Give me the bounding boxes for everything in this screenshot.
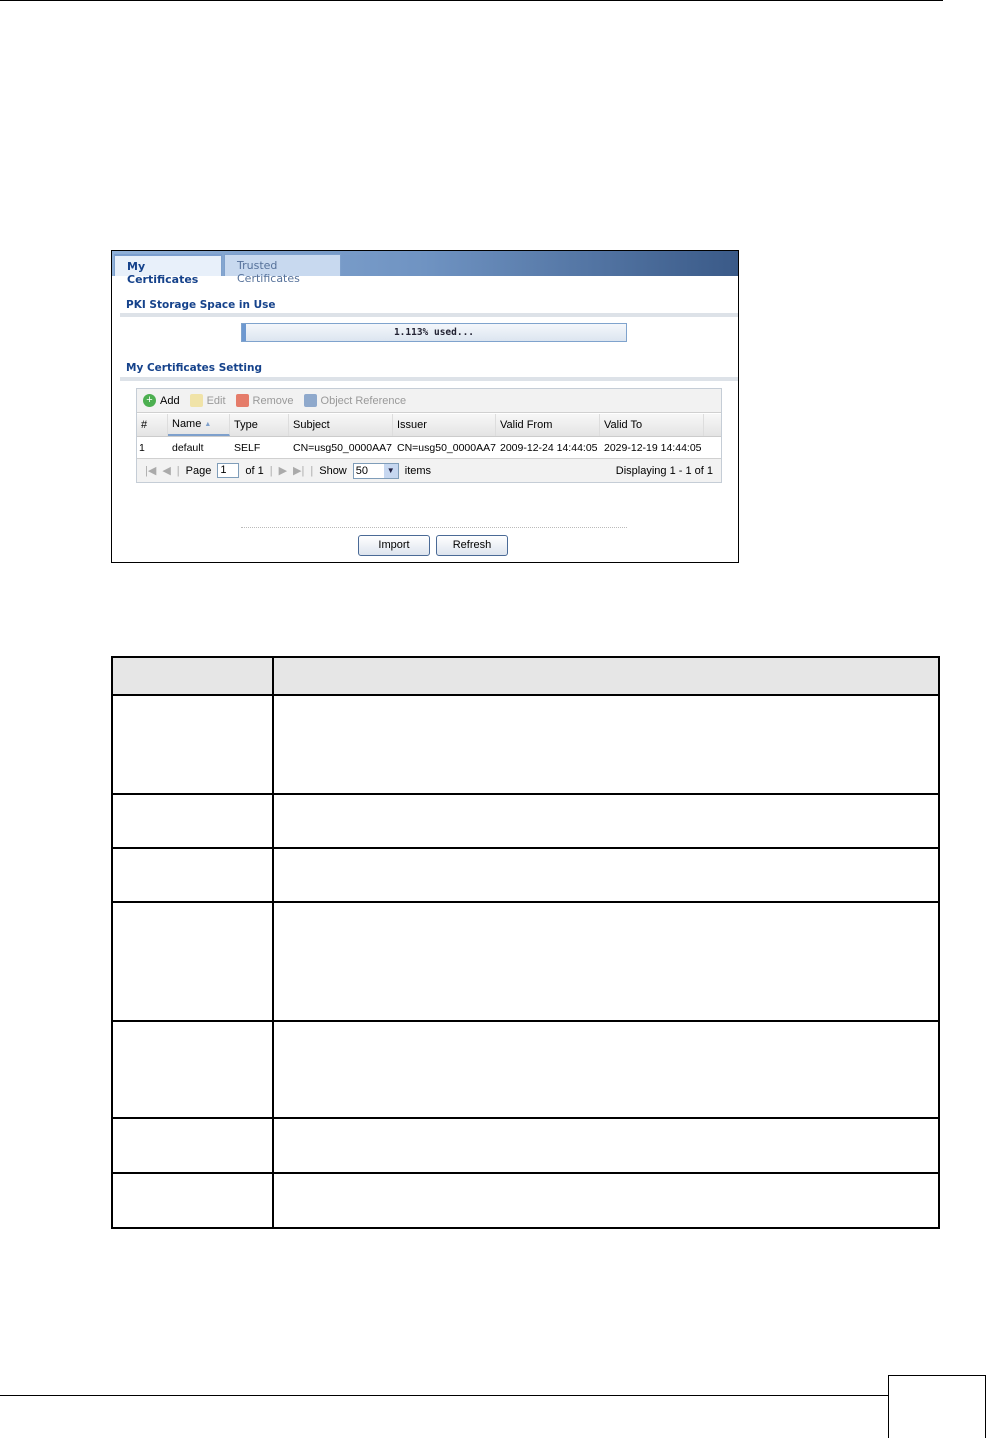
table-row: [111, 1172, 940, 1229]
separator: |: [269, 464, 273, 477]
column-header-subject[interactable]: Subject: [289, 414, 393, 436]
remove-button[interactable]: Remove: [235, 394, 294, 407]
next-page-icon[interactable]: ▶: [279, 464, 287, 477]
separator: |: [176, 464, 180, 477]
page-of-label: of 1: [245, 464, 264, 477]
trash-icon: [235, 394, 249, 407]
storage-heading: PKI Storage Space in Use: [126, 299, 276, 311]
table-row[interactable]: 1 default SELF CN=usg50_0000AA7 CN=usg50…: [137, 437, 721, 458]
pager: |◀ ◀ | Page 1 of 1 | ▶ ▶| | Show 50 ▼ ite…: [137, 458, 721, 482]
cell-valid-to: 2029-12-19 14:44:05: [604, 441, 702, 454]
table-cell: [111, 656, 274, 696]
grid-toolbar: + Add Edit Remove Object Reference: [137, 389, 721, 413]
table-row: [111, 1020, 940, 1119]
last-page-icon[interactable]: ▶|: [293, 464, 304, 477]
table-cell: [111, 694, 274, 795]
settings-heading: My Certificates Setting: [126, 362, 263, 374]
items-label: items: [404, 464, 432, 477]
table-cell: [272, 847, 940, 903]
footer-rule: [0, 1395, 888, 1396]
divider: [120, 313, 738, 317]
table-row: [111, 901, 940, 1022]
remove-label: Remove: [252, 394, 294, 407]
cell-type: SELF: [234, 441, 261, 454]
description-table: [111, 656, 940, 1229]
separator: |: [310, 464, 314, 477]
table-cell: [272, 1117, 940, 1174]
cell-issuer: CN=usg50_0000AA7: [397, 441, 496, 454]
object-reference-button[interactable]: Object Reference: [303, 394, 407, 407]
page-label: Page: [185, 464, 212, 477]
object-reference-label: Object Reference: [320, 394, 407, 407]
table-cell: [272, 793, 940, 849]
storage-progress-bar: 1.113% used...: [241, 323, 627, 342]
table-row: [111, 847, 940, 903]
grid-header: # Name ▲ Type Subject Issuer Valid From …: [137, 414, 721, 437]
displaying-text: Displaying 1 - 1 of 1: [615, 464, 713, 477]
tab-my-certificates[interactable]: My Certificates: [114, 254, 222, 286]
column-header-valid-from[interactable]: Valid From: [496, 414, 600, 436]
tab-trusted-certificates[interactable]: Trusted Certificates: [224, 254, 341, 285]
table-cell: [272, 694, 940, 795]
add-label: Add: [160, 394, 180, 407]
table-cell: [272, 901, 940, 1022]
table-cell: [111, 1117, 274, 1174]
table-cell: [111, 901, 274, 1022]
certificates-grid: + Add Edit Remove Object Reference # Name…: [136, 388, 722, 483]
sort-ascending-icon: ▲: [204, 420, 212, 428]
show-label: Show: [319, 464, 347, 477]
edit-label: Edit: [206, 394, 226, 407]
table-cell: [272, 1020, 940, 1119]
add-icon: +: [143, 394, 156, 407]
cell-name: default: [172, 441, 204, 454]
column-header-number[interactable]: #: [137, 414, 168, 436]
table-cell: [272, 1172, 940, 1229]
column-header-type[interactable]: Type: [230, 414, 289, 436]
cell-valid-from: 2009-12-24 14:44:05: [500, 441, 598, 454]
chevron-down-icon: ▼: [383, 463, 398, 478]
progress-text: 1.113% used...: [393, 327, 475, 338]
page-number-box: [888, 1375, 986, 1438]
edit-icon: [189, 394, 203, 407]
table-row: [111, 694, 940, 795]
table-row: [111, 793, 940, 849]
cell-number: 1: [139, 441, 145, 454]
refresh-button[interactable]: Refresh: [436, 535, 508, 556]
table-cell: [111, 847, 274, 903]
table-header-row: [111, 656, 940, 696]
divider: [120, 377, 738, 381]
name-label: Name: [172, 418, 202, 430]
first-page-icon[interactable]: |◀: [145, 464, 156, 477]
object-reference-icon: [303, 394, 317, 407]
prev-page-icon[interactable]: ◀: [162, 464, 170, 477]
column-header-issuer[interactable]: Issuer: [393, 414, 496, 436]
table-cell: [111, 793, 274, 849]
screenshot-panel: My Certificates Trusted Certificates PKI…: [111, 250, 739, 563]
column-header-valid-to[interactable]: Valid To: [600, 414, 704, 436]
table-cell: [111, 1020, 274, 1119]
header-rule: [0, 0, 943, 1]
page-input[interactable]: 1: [217, 463, 240, 478]
divider: [241, 527, 627, 528]
progress-fill: [242, 324, 247, 341]
table-cell: [272, 656, 940, 696]
cell-subject: CN=usg50_0000AA7: [293, 441, 392, 454]
tab-bar: My Certificates Trusted Certificates: [112, 251, 738, 286]
column-header-name[interactable]: Name ▲: [168, 414, 230, 436]
import-button[interactable]: Import: [358, 535, 430, 556]
page-size-value: 50: [355, 464, 369, 477]
edit-button[interactable]: Edit: [189, 394, 226, 407]
table-cell: [111, 1172, 274, 1229]
page-size-select[interactable]: 50 ▼: [352, 462, 399, 479]
table-row: [111, 1117, 940, 1174]
add-button[interactable]: + Add: [143, 394, 180, 407]
